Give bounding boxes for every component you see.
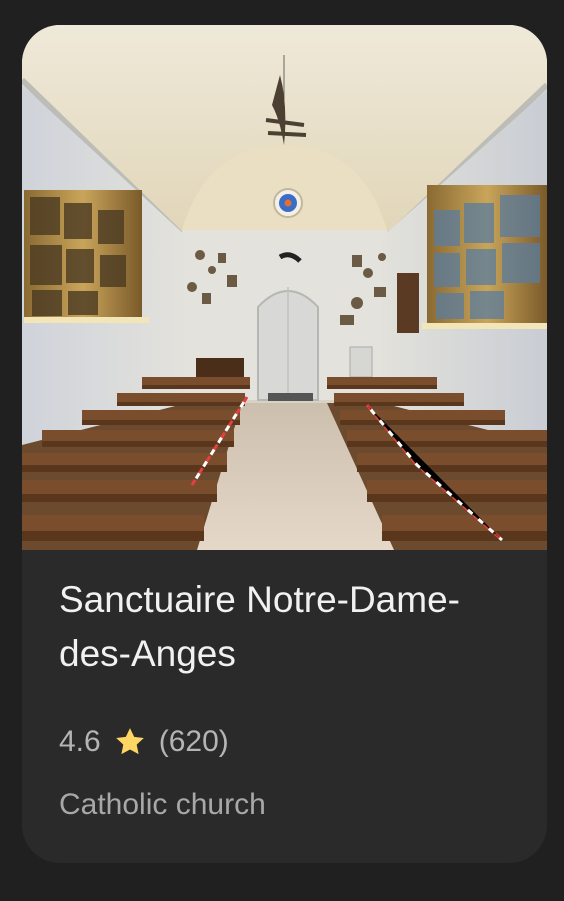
place-category: Catholic church: [59, 788, 266, 821]
place-title[interactable]: Sanctuaire Notre-Dame-des-Anges: [59, 573, 499, 681]
rating-value: 4.6: [59, 725, 101, 758]
star-icon: [115, 728, 144, 755]
place-photo[interactable]: [22, 25, 547, 550]
review-count: (620): [158, 725, 229, 758]
chapel-interior-image: [22, 25, 547, 550]
rating-row: 4.6 (620): [59, 722, 229, 762]
place-card[interactable]: Sanctuaire Notre-Dame-des-Anges 4.6 (620…: [22, 25, 547, 863]
